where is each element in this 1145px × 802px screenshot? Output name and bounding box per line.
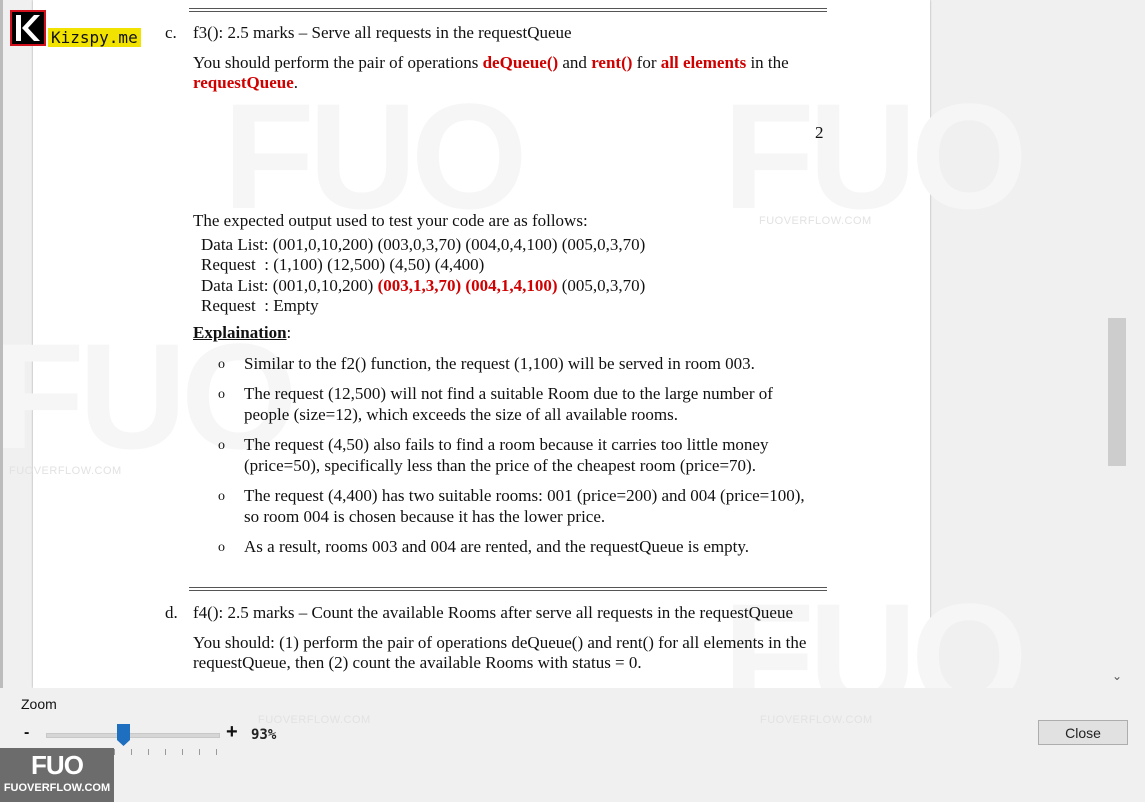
bullet-text-line1: The request (4,50) also fails to find a … xyxy=(244,435,769,454)
bullet-marker: o xyxy=(218,357,225,372)
watermark-text: FUOVERFLOW.COM xyxy=(760,714,873,726)
output-line-2: Request : (1,100) (12,500) (4,50) (4,400… xyxy=(201,255,485,274)
bullet-text-line2: so room 004 is chosen because it has the… xyxy=(244,507,606,526)
item-d-marker: d. xyxy=(165,603,178,622)
explanation-heading: Explaination: xyxy=(193,323,292,342)
bullet-marker: o xyxy=(218,438,225,453)
bullet-text-line1: Similar to the f2() function, the reques… xyxy=(244,354,755,373)
scrollbar-thumb[interactable] xyxy=(1108,318,1126,466)
bullet-marker: o xyxy=(218,489,225,504)
scroll-down-arrow-icon[interactable]: ⌄ xyxy=(1107,666,1127,686)
watermark-text: FUOVERFLOW.COM xyxy=(759,215,872,227)
kizspy-logo-icon xyxy=(10,10,46,46)
vertical-scrollbar[interactable]: ⌄ xyxy=(1107,0,1127,688)
close-button[interactable]: Close xyxy=(1038,720,1128,745)
bullet-text-line1: The request (4,400) has two suitable roo… xyxy=(244,486,805,505)
document-page: FUO FUO FUO FUO FUOVERFLOW.COM FUOVERFLO… xyxy=(0,0,1028,688)
item-c-marker: c. xyxy=(165,23,177,42)
zoom-plus-label: + xyxy=(226,721,238,743)
fuo-logo: FUO xyxy=(31,750,84,780)
bullet-text-line1: As a result, rooms 003 and 004 are rente… xyxy=(244,537,749,556)
bullet-marker: o xyxy=(218,540,225,555)
page-number: 2 xyxy=(815,123,824,142)
zoom-slider-tick xyxy=(165,749,166,755)
item-d-title: f4(): 2.5 marks – Count the available Ro… xyxy=(193,603,794,622)
bullet-text-line2: (price=50), specifically less than the p… xyxy=(244,456,756,475)
kizspy-label: Kizspy.me xyxy=(48,28,141,47)
bullet-text-line2: people (size=12), which exceeds the size… xyxy=(244,405,678,424)
document-viewer: FUO FUO FUO FUO FUOVERFLOW.COM FUOVERFLO… xyxy=(0,0,1145,688)
output-line-4: Request : Empty xyxy=(201,296,319,315)
watermark-text: FUOVERFLOW.COM xyxy=(9,465,122,477)
zoom-slider-tick xyxy=(216,749,217,755)
zoom-slider-track[interactable] xyxy=(46,733,220,738)
zoom-label: Zoom xyxy=(21,696,57,712)
item-c-instruction-line2: requestQueue. xyxy=(193,73,298,92)
zoom-slider-tick xyxy=(114,749,115,755)
zoom-minus-label: - xyxy=(24,724,30,741)
zoom-value: 93% xyxy=(251,727,277,743)
item-c-title: f3(): 2.5 marks – Serve all requests in … xyxy=(193,23,572,42)
bullet-text-line1: The request (12,500) will not find a sui… xyxy=(244,384,773,403)
output-line-3: Data List: (001,0,10,200) (003,1,3,70) (… xyxy=(201,276,646,295)
item-d-instruction-line2: requestQueue, then (2) count the availab… xyxy=(193,653,642,672)
zoom-slider-tick xyxy=(182,749,183,755)
bullet-marker: o xyxy=(218,387,225,402)
section-rule xyxy=(189,587,827,591)
item-c-instruction-line1: You should perform the pair of operation… xyxy=(193,53,789,72)
fuoverflow-badge: FUO FUOVERFLOW.COM xyxy=(0,748,114,802)
output-line-1: Data List: (001,0,10,200) (003,0,3,70) (… xyxy=(201,235,646,254)
zoom-slider-tick xyxy=(131,749,132,755)
zoom-panel: Zoom - + 93% FUOVERFLOW.COM FUOVERFLOW.C… xyxy=(0,688,1145,802)
zoom-slider-tick xyxy=(148,749,149,755)
expected-output-intro: The expected output used to test your co… xyxy=(193,211,588,230)
zoom-slider-thumb[interactable] xyxy=(117,724,131,746)
watermark-text: FUOVERFLOW.COM xyxy=(258,714,371,726)
item-d-instruction-line1: You should: (1) perform the pair of oper… xyxy=(193,633,807,652)
zoom-slider-tick xyxy=(199,749,200,755)
fuo-site-label: FUOVERFLOW.COM xyxy=(3,782,111,794)
section-rule xyxy=(189,8,827,12)
